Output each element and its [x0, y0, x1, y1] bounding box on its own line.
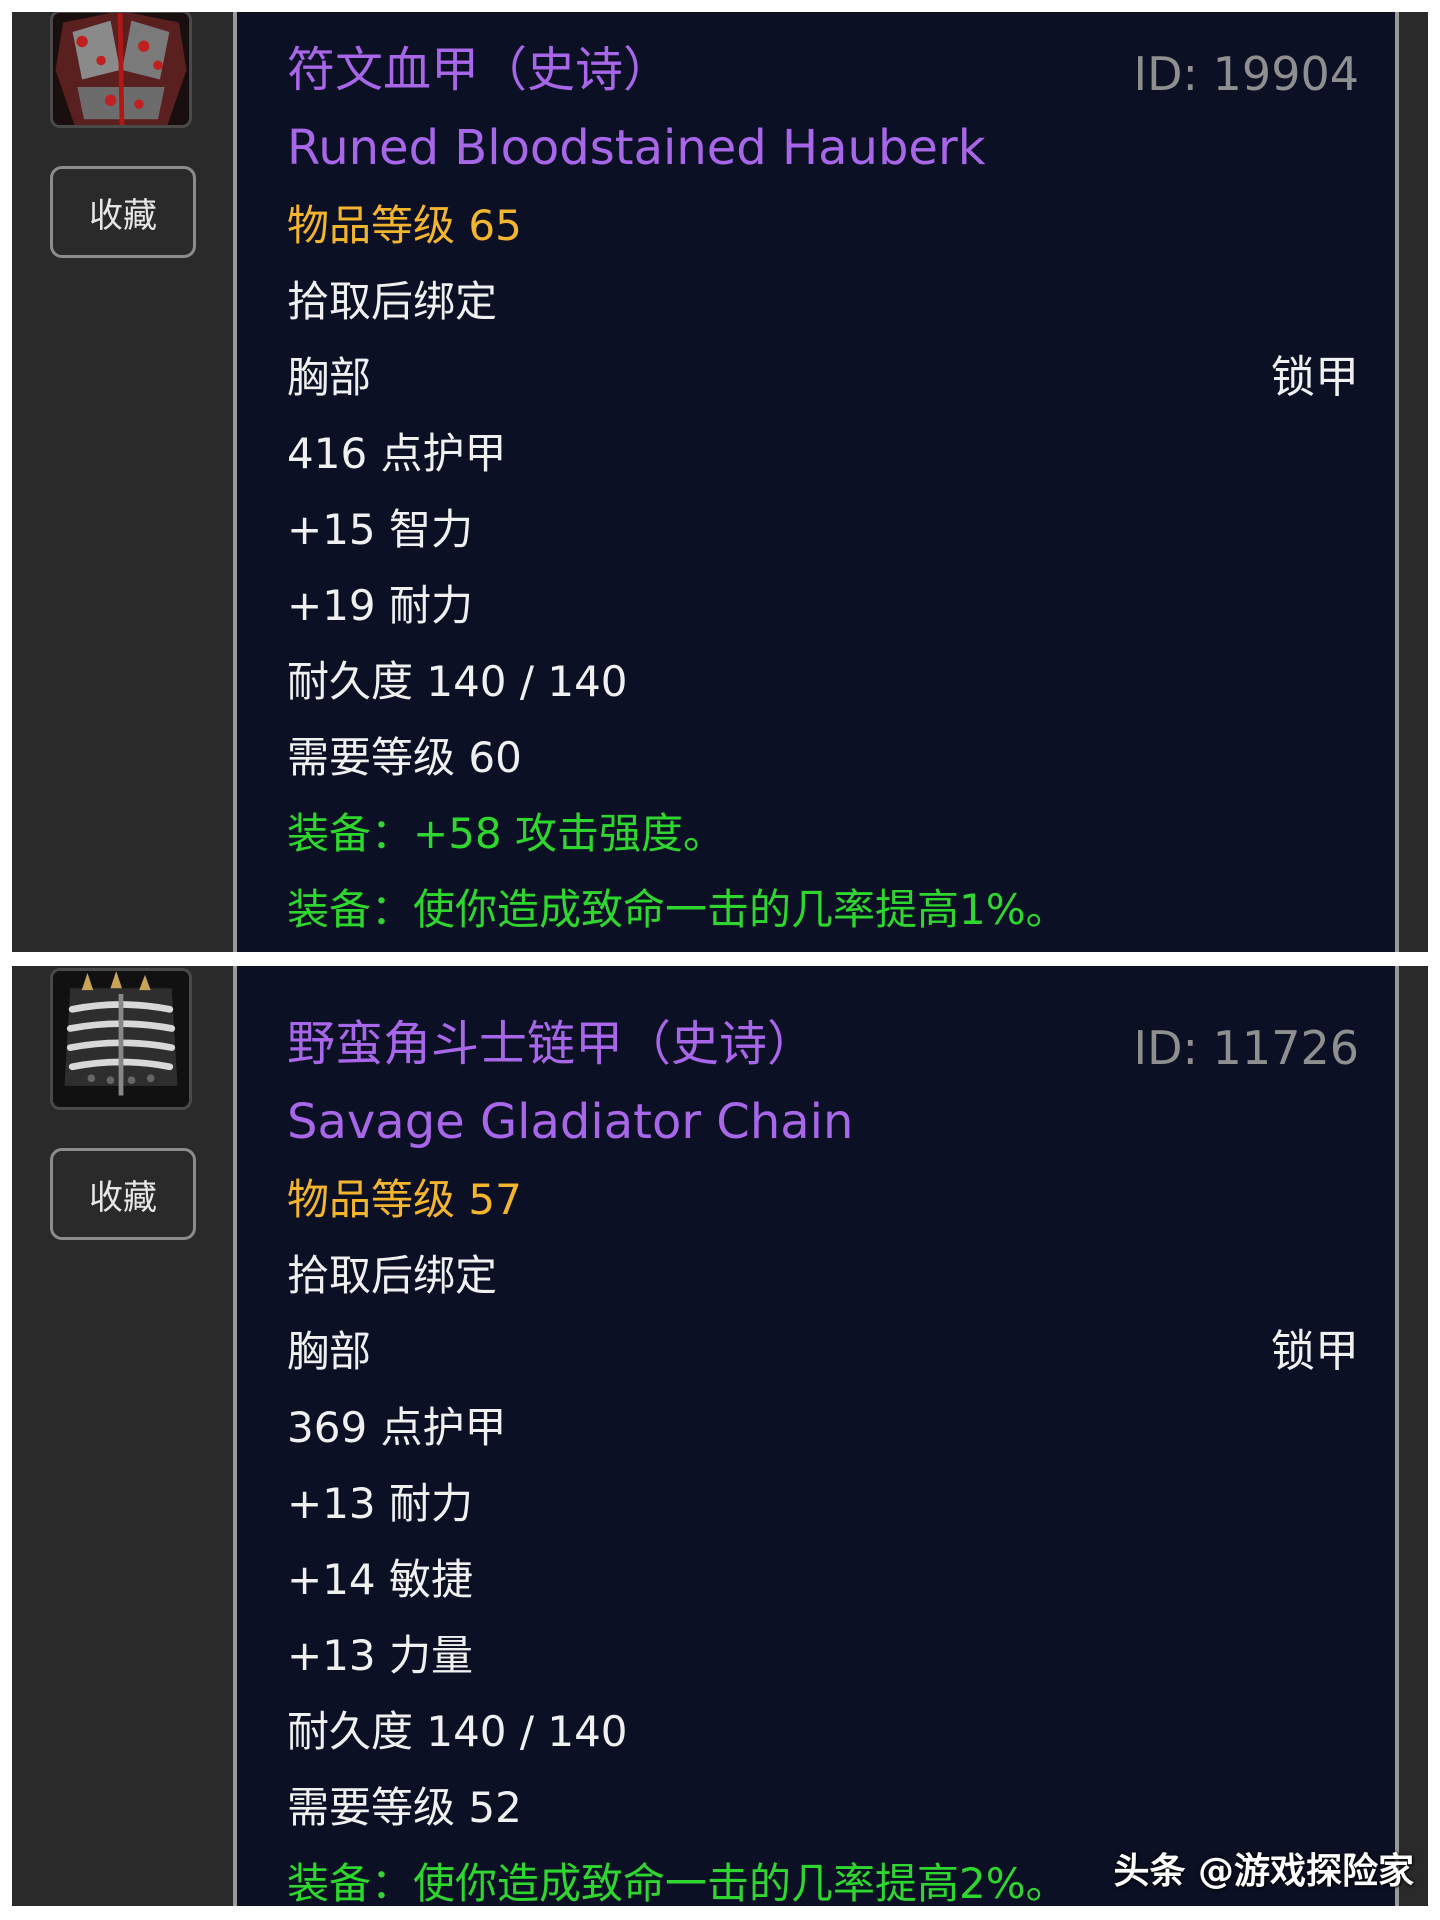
stat-line: +13 耐力 — [287, 1479, 473, 1528]
chain-armor-spiked-icon — [50, 968, 192, 1110]
stat-line: +19 耐力 — [287, 581, 473, 630]
chest-armor-red-icon — [50, 12, 192, 128]
equip-effect: 装备：使你造成致命一击的几率提高1%。 — [287, 885, 1068, 934]
armor-type: 锁甲 — [1271, 1326, 1359, 1377]
favorite-button[interactable]: 收藏 — [50, 166, 196, 258]
item-level: 物品等级 57 — [287, 1175, 522, 1224]
stat-line: +15 智力 — [287, 505, 473, 554]
durability: 耐久度 140 / 140 — [287, 657, 628, 706]
item-slot: 胸部 — [287, 353, 372, 402]
watermark: 头条 @游戏探险家 — [1113, 1851, 1414, 1892]
armor-type: 锁甲 — [1271, 352, 1359, 403]
item-binding: 拾取后绑定 — [287, 277, 498, 326]
item-id: ID: 11726 — [1133, 1021, 1359, 1075]
required-level: 需要等级 52 — [287, 1783, 522, 1832]
item-slot: 胸部 — [287, 1327, 372, 1376]
stat-line: +13 力量 — [287, 1631, 473, 1680]
item-level: 物品等级 65 — [287, 201, 522, 250]
favorite-button[interactable]: 收藏 — [50, 1148, 196, 1240]
durability: 耐久度 140 / 140 — [287, 1707, 628, 1756]
item-title: 野蛮角斗士链甲（史诗） — [287, 1016, 816, 1072]
item-english-name: Savage Gladiator Chain — [287, 1094, 854, 1150]
item-english-name: Runed Bloodstained Hauberk — [287, 120, 986, 176]
item-tooltip: 符文血甲（史诗） ID: 19904 Runed Bloodstained Ha… — [233, 12, 1399, 952]
item-binding: 拾取后绑定 — [287, 1251, 498, 1300]
item-card-2: 收藏 野蛮角斗士链甲（史诗） ID: 11726 Savage Gladiato… — [12, 966, 1428, 1906]
item-tooltip: 野蛮角斗士链甲（史诗） ID: 11726 Savage Gladiator C… — [233, 966, 1399, 1906]
stat-line: +14 敏捷 — [287, 1555, 473, 1604]
item-id: ID: 19904 — [1133, 47, 1359, 101]
item-card-1: 收藏 符文血甲（史诗） ID: 19904 Runed Bloodstained… — [12, 12, 1428, 952]
equip-effect: 装备：+58 攻击强度。 — [287, 809, 725, 858]
equip-effect: 装备：使你造成致命一击的几率提高2%。 — [287, 1859, 1068, 1906]
required-level: 需要等级 60 — [287, 733, 522, 782]
item-title: 符文血甲（史诗） — [287, 42, 672, 98]
stat-line: 369 点护甲 — [287, 1403, 507, 1452]
stat-line: 416 点护甲 — [287, 429, 507, 478]
